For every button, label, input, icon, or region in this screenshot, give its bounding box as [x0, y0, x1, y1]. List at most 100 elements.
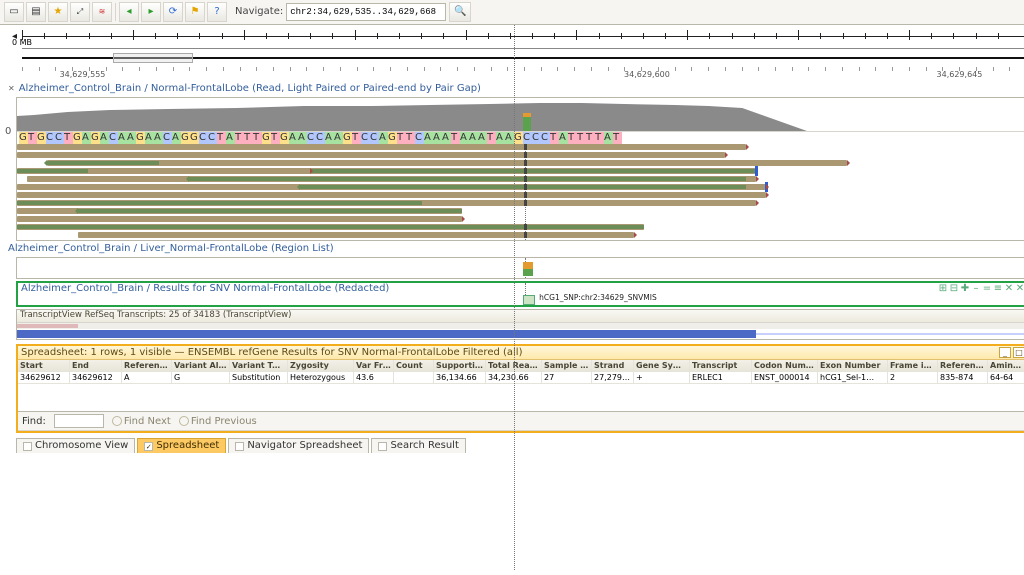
cell[interactable]: ENST_000014: [752, 372, 818, 384]
cell[interactable]: 34629612: [70, 372, 122, 384]
column-header[interactable]: Variant Type: [230, 360, 288, 372]
cell[interactable]: Substitution: [230, 372, 288, 384]
transcript-model[interactable]: [17, 329, 1024, 339]
help-button[interactable]: ?: [207, 2, 227, 22]
column-header[interactable]: Codon Number: [752, 360, 818, 372]
cell[interactable]: 835-874: [938, 372, 988, 384]
column-header[interactable]: Transcript: [690, 360, 752, 372]
cell[interactable]: 43.6: [354, 372, 394, 384]
cell[interactable]: Heterozygous: [288, 372, 354, 384]
tab-checkbox[interactable]: ✓: [144, 442, 153, 451]
transcript-track[interactable]: TranscriptView RefSeq Transcripts: 25 of…: [16, 309, 1024, 340]
column-header[interactable]: End: [70, 360, 122, 372]
column-header[interactable]: Start: [18, 360, 70, 372]
aligned-read[interactable]: [78, 208, 463, 214]
ctrl-close-icon: ✕: [1004, 283, 1014, 292]
tab-navigator-spreadsheet[interactable]: Navigator Spreadsheet: [228, 438, 369, 453]
find-input[interactable]: [54, 414, 104, 428]
aligned-read[interactable]: [17, 224, 644, 230]
forward-button[interactable]: ▸: [141, 2, 161, 22]
overview-viewport[interactable]: [113, 53, 194, 63]
chromosome-ruler[interactable]: ◂ 0 MB ▸: [22, 27, 1024, 49]
cell[interactable]: +: [634, 372, 690, 384]
results-feature[interactable]: [523, 295, 535, 305]
aligned-read[interactable]: [300, 184, 745, 190]
spreadsheet-title-bar[interactable]: Spreadsheet: 1 rows, 1 visible — ENSEMBL…: [18, 346, 1024, 361]
cell[interactable]: 2: [888, 372, 938, 384]
coverage-plot: [17, 98, 1024, 132]
overview-bar[interactable]: [22, 53, 1024, 63]
cell[interactable]: 36,134.66: [434, 372, 486, 384]
ctrl-list-icon: ≡: [993, 283, 1003, 292]
column-header[interactable]: Total Reads: [486, 360, 542, 372]
navigate-input[interactable]: [286, 3, 446, 21]
go-button[interactable]: 🔍: [449, 2, 471, 22]
cell[interactable]: 34,230.66: [486, 372, 542, 384]
reads-track[interactable]: 0 GTGCCTGAGACAAGAACAGGCCTATTTGTGAACCAAGT…: [16, 97, 1024, 241]
aligned-read[interactable]: [78, 232, 635, 238]
results-track-title: Alzheimer_Control_Brain / Results for SN…: [21, 283, 389, 294]
cell[interactable]: G: [172, 372, 230, 384]
cell[interactable]: 64-64: [988, 372, 1024, 384]
column-header[interactable]: Frame in …: [888, 360, 938, 372]
reads-pileup[interactable]: [17, 144, 1024, 240]
find-previous-button[interactable]: Find Previous: [179, 416, 257, 428]
aligned-read[interactable]: [159, 160, 847, 166]
aligned-read[interactable]: [422, 200, 756, 206]
aligned-read[interactable]: [260, 192, 766, 198]
spreadsheet-grid[interactable]: StartEndReferenceVariant AlleleVariant T…: [18, 360, 1024, 384]
star-icon[interactable]: ★: [48, 2, 68, 22]
aligned-read[interactable]: [88, 168, 311, 174]
sheet-minimize-button[interactable]: _: [999, 347, 1011, 358]
column-header[interactable]: Strand: [592, 360, 634, 372]
position-ruler[interactable]: 34,629,55534,629,60034,629,645: [22, 67, 1024, 79]
zoom-selection-icon[interactable]: ⤢: [70, 2, 90, 22]
tab-checkbox[interactable]: [235, 442, 244, 451]
aligned-read[interactable]: [17, 216, 462, 222]
back-button[interactable]: ◂: [119, 2, 139, 22]
cell[interactable]: 27: [542, 372, 592, 384]
cell[interactable]: ERLEC1: [690, 372, 752, 384]
bookmark-icon[interactable]: ⚑: [185, 2, 205, 22]
column-header[interactable]: Variant Allele: [172, 360, 230, 372]
column-header[interactable]: Exon Number: [818, 360, 888, 372]
results-track[interactable]: Alzheimer_Control_Brain / Results for SN…: [16, 281, 1024, 307]
aligned-read[interactable]: [189, 176, 746, 182]
tab-checkbox[interactable]: [378, 442, 387, 451]
column-header[interactable]: Supporting: [434, 360, 486, 372]
regions-track-header[interactable]: Alzheimer_Control_Brain / Liver_Normal-F…: [4, 243, 1024, 255]
cell[interactable]: [394, 372, 434, 384]
tab-search-result[interactable]: Search Result: [371, 438, 465, 453]
column-header[interactable]: Reference …: [938, 360, 988, 372]
column-header[interactable]: Sample ID: [542, 360, 592, 372]
doc-icon[interactable]: ▤: [26, 2, 46, 22]
column-header[interactable]: Reference: [122, 360, 172, 372]
collapse-icon[interactable]: ✕: [8, 84, 15, 93]
results-track-controls[interactable]: ⊞⊟✚–=≡✕✕: [937, 283, 1024, 294]
ctrl-zoom-out-icon: ⊟: [949, 283, 959, 292]
cell[interactable]: A: [122, 372, 172, 384]
refresh-button[interactable]: ⟳: [163, 2, 183, 22]
find-next-button[interactable]: Find Next: [112, 416, 171, 428]
cell[interactable]: 27,279,276: [592, 372, 634, 384]
cell[interactable]: hCG1_Sel-1…: [818, 372, 888, 384]
top-toolbar: ▭ ▤ ★ ⤢ ≋ ◂ ▸ ⟳ ⚑ ? Navigate: 🔍: [0, 0, 1024, 25]
column-header[interactable]: Zygosity: [288, 360, 354, 372]
aligned-read[interactable]: [17, 144, 746, 150]
column-header[interactable]: Gene Symbol: [634, 360, 690, 372]
aligned-read[interactable]: [17, 152, 725, 158]
toolbar-separator: [115, 3, 116, 21]
reads-track-header[interactable]: ✕ Alzheimer_Control_Brain / Normal-Front…: [4, 83, 1024, 95]
tab-checkbox[interactable]: [23, 442, 32, 451]
reference-sequence: GTGCCTGAGACAAGAACAGGCCTATTTGTGAACCAAGTCC…: [17, 132, 1024, 144]
frame-icon[interactable]: ▭: [4, 2, 24, 22]
column-header[interactable]: Amino Ac…: [988, 360, 1024, 372]
column-header[interactable]: Count: [394, 360, 434, 372]
dna-icon[interactable]: ≋: [92, 2, 112, 22]
cell[interactable]: 34629612: [18, 372, 70, 384]
regions-track[interactable]: [16, 257, 1024, 279]
tab-spreadsheet[interactable]: ✓Spreadsheet: [137, 438, 226, 453]
sheet-maximize-button[interactable]: □: [1013, 347, 1024, 358]
tab-chromosome-view[interactable]: Chromosome View: [16, 438, 135, 453]
column-header[interactable]: Var Freq: [354, 360, 394, 372]
